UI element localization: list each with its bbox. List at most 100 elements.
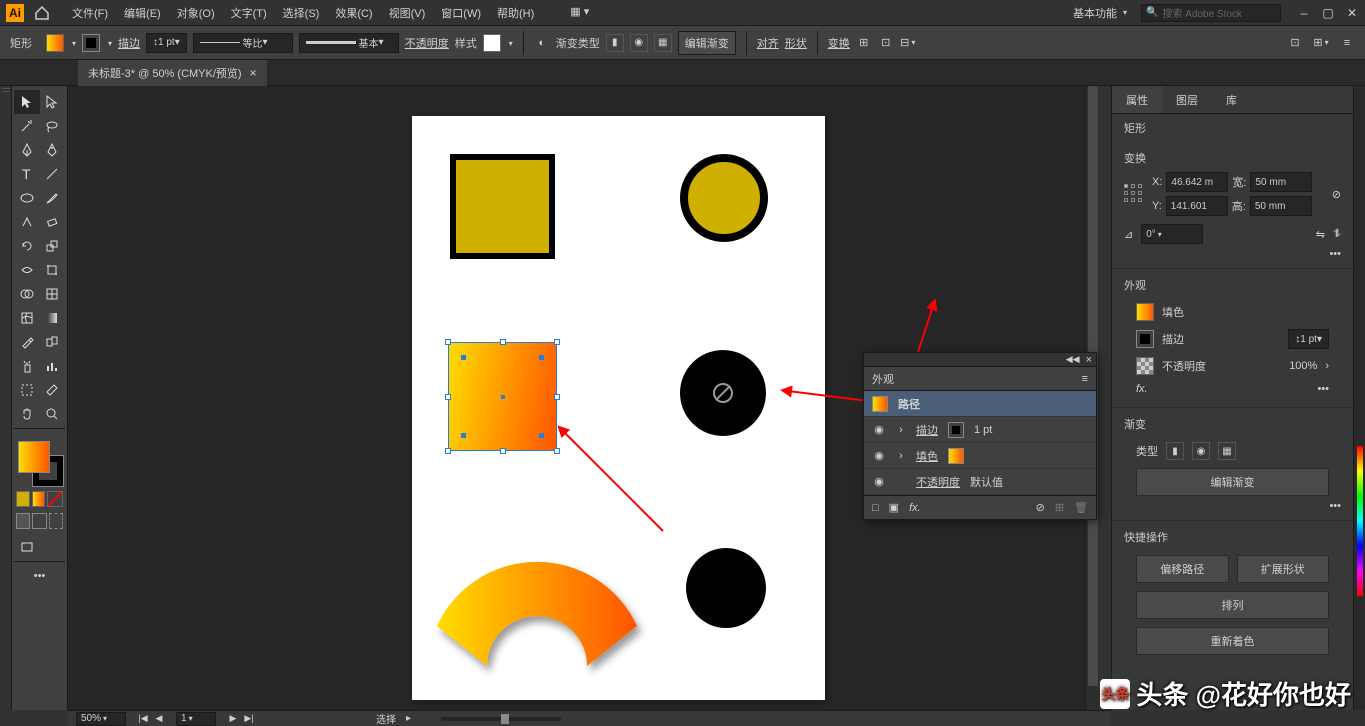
edit-toolbar[interactable]: •••	[14, 564, 65, 588]
rp-opacity-arrow[interactable]: ›	[1325, 360, 1329, 372]
column-graph-tool[interactable]	[40, 354, 66, 378]
hand-tool[interactable]	[14, 402, 40, 426]
color-spectrum-strip[interactable]	[1357, 446, 1363, 596]
new-stroke-icon[interactable]: □	[872, 502, 879, 514]
visibility-icon[interactable]: ◉	[872, 449, 886, 462]
opacity-val[interactable]: 默认值	[970, 474, 1003, 490]
expand-icon[interactable]: ›	[896, 424, 906, 436]
rp-opacity-val[interactable]: 100%	[1289, 360, 1317, 372]
brush-definition[interactable]: 基本 ▾	[299, 33, 399, 53]
shaper-tool[interactable]	[14, 210, 40, 234]
artboard[interactable]	[412, 116, 825, 700]
line-tool[interactable]	[40, 162, 66, 186]
reference-point-picker[interactable]	[1124, 184, 1144, 204]
zoom-level-field[interactable]: 50%	[76, 712, 126, 726]
offset-path-button[interactable]: 偏移路径	[1136, 555, 1229, 583]
variable-width-profile[interactable]: 等比 ▾	[193, 33, 293, 53]
visibility-icon[interactable]: ◉	[872, 475, 886, 488]
eyedropper-tool[interactable]	[14, 330, 40, 354]
width-tool[interactable]	[14, 258, 40, 282]
black-circle-shape[interactable]	[680, 350, 766, 436]
radial-gradient-icon[interactable]: ◉	[630, 34, 648, 52]
menu-file[interactable]: 文件(F)	[64, 1, 116, 25]
fill-stroke-picker[interactable]	[18, 441, 64, 487]
panel-menu-icon[interactable]: ≡	[1082, 373, 1088, 385]
style-dropdown[interactable]	[507, 37, 513, 49]
stroke-swatch[interactable]	[82, 34, 100, 52]
appearance-more-icon[interactable]: •••	[1317, 383, 1329, 395]
zoom-tool[interactable]	[40, 402, 66, 426]
rp-linear-grad-icon[interactable]: ▮	[1166, 442, 1184, 460]
rp-stroke-swatch[interactable]	[1136, 330, 1154, 348]
transform-more-icon[interactable]: •••	[1329, 248, 1341, 260]
menu-window[interactable]: 窗口(W)	[433, 1, 489, 25]
delete-icon[interactable]: 🗑	[1074, 501, 1088, 514]
rotate-tool[interactable]	[14, 234, 40, 258]
document-tab[interactable]: 未标题-3* @ 50% (CMYK/预览) ×	[78, 60, 267, 86]
y-field[interactable]	[1166, 196, 1228, 216]
transform-label[interactable]: 变换	[828, 35, 850, 51]
appearance-opacity-row[interactable]: ◉ 不透明度 默认值	[864, 469, 1096, 495]
fill-swatch[interactable]	[46, 34, 64, 52]
freeform-gradient-icon[interactable]: ▦	[654, 34, 672, 52]
ctl-icon-b[interactable]: ≡	[1339, 35, 1355, 51]
recolor-icon[interactable]: ◐	[534, 35, 550, 51]
flip-h-icon[interactable]: ⇋	[1316, 228, 1325, 241]
ctl-icon-a[interactable]: ⊞	[1313, 35, 1329, 51]
rp-freeform-grad-icon[interactable]: ▦	[1218, 442, 1236, 460]
fx-label[interactable]: fx.	[1136, 383, 1148, 395]
scale-tool[interactable]	[40, 234, 66, 258]
color-mode-gradient[interactable]	[32, 491, 46, 507]
rp-opacity-swatch[interactable]	[1136, 357, 1154, 375]
draw-normal[interactable]	[16, 513, 30, 529]
transform-icon1[interactable]: ⊞	[856, 35, 872, 51]
yellow-circle-shape[interactable]	[680, 154, 768, 242]
isolate-icon[interactable]: ⊡	[1287, 35, 1303, 51]
menu-edit[interactable]: 编辑(E)	[116, 1, 169, 25]
selected-gradient-rectangle[interactable]	[448, 342, 557, 451]
stroke-thumb[interactable]	[948, 422, 964, 438]
panel-collapse-icon[interactable]: ◀◀	[1066, 354, 1080, 365]
type-tool[interactable]: T	[14, 162, 40, 186]
rp-stroke-weight[interactable]: ↕ 1 pt ▾	[1288, 329, 1329, 349]
appearance-panel[interactable]: ◀◀ × 外观 ≡ 路径 ◉ › 描边 1 pt ◉ › 填色	[863, 352, 1097, 520]
menu-effect[interactable]: 效果(C)	[327, 1, 380, 25]
draw-inside[interactable]	[49, 513, 63, 529]
menu-view[interactable]: 视图(V)	[381, 1, 434, 25]
black-circle-shape-2[interactable]	[686, 548, 766, 628]
w-field[interactable]	[1250, 172, 1312, 192]
fill-color-box[interactable]	[18, 441, 50, 473]
new-fill-icon[interactable]: ▣	[889, 501, 899, 514]
yellow-square-shape[interactable]	[450, 154, 555, 259]
appearance-fill-row[interactable]: ◉ › 填色	[864, 443, 1096, 469]
opacity-label[interactable]: 不透明度	[405, 35, 449, 51]
artboard-tool[interactable]	[14, 378, 40, 402]
linear-gradient-icon[interactable]: ▮	[606, 34, 624, 52]
screen-mode[interactable]	[14, 535, 40, 559]
menu-object[interactable]: 对象(O)	[169, 1, 223, 25]
blend-tool[interactable]	[40, 330, 66, 354]
expand-shape-button[interactable]: 扩展形状	[1237, 555, 1330, 583]
appearance-tab[interactable]: 外观	[872, 371, 894, 387]
workspace-switcher[interactable]: 基本功能	[1067, 2, 1133, 24]
last-artboard-icon[interactable]: ▶|	[242, 712, 256, 726]
gradient-more-icon[interactable]: •••	[1329, 500, 1341, 512]
stroke-weight-field[interactable]: ↕ 1 pt ▾	[146, 33, 187, 53]
edit-gradient-button[interactable]: 编辑渐变	[1136, 468, 1329, 496]
fill-thumb[interactable]	[948, 448, 964, 464]
expand-icon[interactable]: ›	[896, 450, 906, 462]
flip-v-icon[interactable]: ⥮	[1333, 228, 1341, 241]
eraser-tool[interactable]	[40, 210, 66, 234]
prev-artboard-icon[interactable]: ◀	[152, 712, 166, 726]
h-field[interactable]	[1250, 196, 1312, 216]
status-slider[interactable]	[441, 717, 561, 721]
close-tab-icon[interactable]: ×	[250, 66, 257, 80]
panel-close-icon[interactable]: ×	[1086, 354, 1092, 366]
curvature-tool[interactable]	[40, 138, 66, 162]
edit-gradient-button[interactable]: 编辑渐变	[678, 31, 736, 55]
close-button[interactable]: ✕	[1345, 6, 1359, 20]
menu-help[interactable]: 帮助(H)	[489, 1, 542, 25]
maximize-button[interactable]: ▢	[1321, 6, 1335, 20]
color-mode-none[interactable]	[47, 491, 63, 507]
collapsed-panel-strip[interactable]	[1353, 86, 1365, 710]
